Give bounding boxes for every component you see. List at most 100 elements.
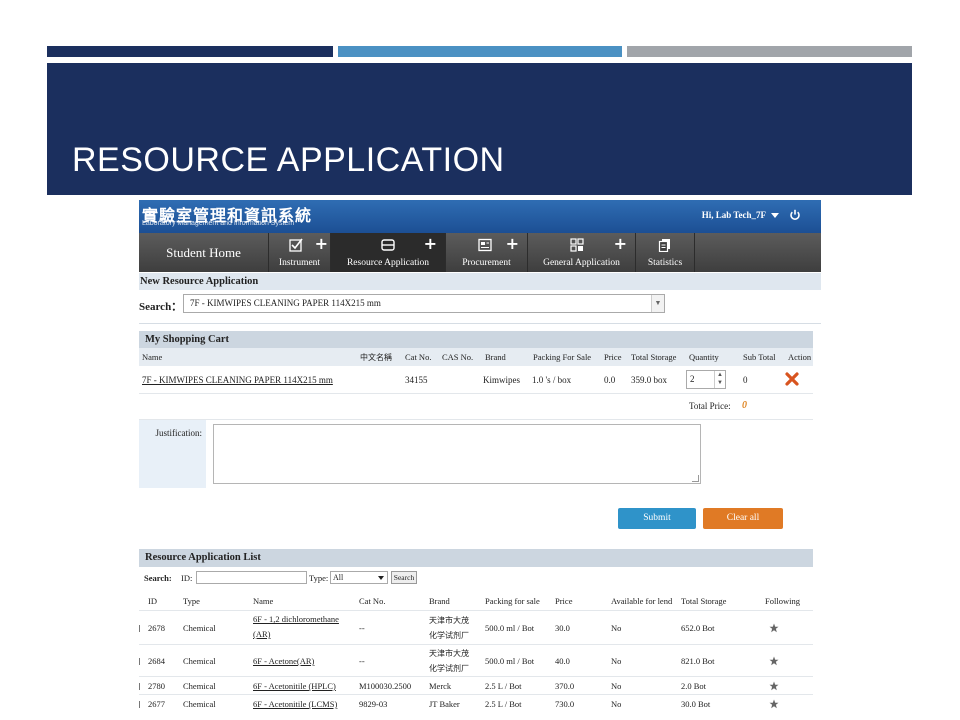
slide-title: RESOURCE APPLICATION <box>72 141 505 179</box>
row-name-link[interactable]: 6F - Acetonitile (LCMS) <box>253 699 337 709</box>
clear-all-button[interactable]: Clear all <box>703 508 783 529</box>
apps-grid-icon <box>570 238 584 252</box>
row-storage: 30.0 Bot <box>681 699 711 709</box>
row-packing: 2.5 L / Bot <box>485 699 522 709</box>
justification-label-cell: Justification: <box>139 420 206 488</box>
nav-resource-application[interactable]: + Resource Application <box>330 233 445 272</box>
dropdown-arrow-icon[interactable]: ▼ <box>651 295 664 312</box>
list-col-name: Name <box>253 596 274 606</box>
row-price: 40.0 <box>555 656 570 666</box>
list-col-available: Available for lend <box>611 596 673 606</box>
decor-bar-navy <box>47 46 333 57</box>
type-select-value: All <box>333 573 344 582</box>
divider <box>139 323 821 324</box>
power-icon[interactable] <box>789 209 801 221</box>
row-cat-no: 9829-03 <box>359 699 388 709</box>
row-brand: 天津市大茂 <box>429 649 469 658</box>
row-available: No <box>611 623 622 633</box>
row-brand-cont: 化学试剂厂 <box>429 664 469 673</box>
resize-grip-icon[interactable] <box>692 475 699 482</box>
row-available: No <box>611 656 622 666</box>
row-name-link-cont[interactable]: (AR) <box>253 629 270 639</box>
nav-instrument[interactable]: + Instrument <box>268 233 330 272</box>
list-row: 2677 Chemical 6F - Acetonitile (LCMS) 98… <box>139 695 813 713</box>
cart-col-cas-no: CAS No. <box>442 352 474 362</box>
plus-icon: + <box>505 234 519 253</box>
nav-label-instrument: Instrument <box>278 258 321 268</box>
checkbox-icon <box>289 238 303 252</box>
row-brand: Merck <box>429 681 452 691</box>
box-icon <box>381 239 395 251</box>
cart-col-cat-no: Cat No. <box>405 352 432 362</box>
row-name-link[interactable]: 6F - Acetonitile (HPLC) <box>253 681 336 691</box>
nav-label-statistics: Statistics <box>647 258 683 268</box>
star-icon[interactable] <box>769 699 779 709</box>
id-search-input[interactable] <box>196 571 307 584</box>
row-brand: JT Baker <box>429 699 460 709</box>
type-select[interactable]: All <box>330 571 388 584</box>
list-col-following: Following <box>765 596 800 606</box>
row-price: 730.0 <box>555 699 575 709</box>
register-icon <box>478 238 492 252</box>
row-name-link[interactable]: 6F - Acetone(AR) <box>253 656 314 666</box>
row-packing: 500.0 ml / Bot <box>485 623 535 633</box>
slide-title-banner: RESOURCE APPLICATION <box>47 63 912 195</box>
documents-icon <box>658 239 670 252</box>
cart-columns: Name 中文名稱 Cat No. CAS No. Brand Packing … <box>139 348 813 366</box>
cart-col-quantity: Quantity <box>689 352 719 362</box>
cart-item-brand: Kimwipes <box>483 375 520 385</box>
type-label: Type: <box>309 573 329 583</box>
user-greeting: Hi, Lab Tech_7F <box>701 210 766 220</box>
justification-textarea[interactable] <box>213 424 701 484</box>
quantity-value: 2 <box>690 374 695 384</box>
nav-procurement[interactable]: + Procurement <box>445 233 527 272</box>
nav-student-home[interactable]: Student Home <box>139 233 268 272</box>
cart-item-name-link[interactable]: 7F - KIMWIPES CLEANING PAPER 114X215 mm <box>142 375 333 385</box>
row-id: 2684 <box>148 656 165 666</box>
cart-col-name: Name <box>142 352 163 362</box>
list-search-button[interactable]: Search <box>391 571 417 584</box>
caret-down-icon <box>771 213 779 219</box>
nav-statistics[interactable]: Statistics <box>635 233 695 272</box>
app-screenshot: 實驗室管理和資訊系統 Laboratory Management and Inf… <box>139 200 821 720</box>
list-col-brand: Brand <box>429 596 450 606</box>
cart-col-action: Action <box>788 352 812 362</box>
cart-heading: My Shopping Cart <box>139 331 813 348</box>
quantity-stepper[interactable]: 2 ▲ ▼ <box>686 370 726 389</box>
remove-x-icon[interactable] <box>785 372 799 386</box>
cart-col-total-storage: Total Storage <box>631 352 677 362</box>
star-icon[interactable] <box>769 656 779 666</box>
row-name-link[interactable]: 6F - 1,2 dichloromethane <box>253 614 339 624</box>
row-handle-icon <box>139 658 140 665</box>
row-type: Chemical <box>183 623 216 633</box>
list-row: 2678 Chemical 6F - 1,2 dichloromethane (… <box>139 611 813 645</box>
submit-button[interactable]: Submit <box>618 508 696 529</box>
user-menu[interactable]: Hi, Lab Tech_7F <box>702 210 779 220</box>
row-type: Chemical <box>183 699 216 709</box>
list-search-label: Search: <box>144 573 172 583</box>
plus-icon: + <box>314 234 328 253</box>
row-packing: 2.5 L / Bot <box>485 681 522 691</box>
resource-search-select[interactable]: 7F - KIMWIPES CLEANING PAPER 114X215 mm … <box>183 294 665 313</box>
total-price-label: Total Price: <box>689 401 731 411</box>
row-brand-cont: 化学试剂厂 <box>429 631 469 640</box>
cart-item-packing: 1.0 's / box <box>532 375 572 385</box>
row-id: 2678 <box>148 623 165 633</box>
justification-row: Justification: <box>139 419 813 488</box>
star-icon[interactable] <box>769 623 779 633</box>
row-storage: 652.0 Bot <box>681 623 715 633</box>
star-icon[interactable] <box>769 681 779 691</box>
stepper-arrows-icon[interactable]: ▲ ▼ <box>714 371 725 388</box>
cart-col-sub-total: Sub Total <box>743 352 776 362</box>
justification-label: Justification: <box>155 428 203 438</box>
cart-item-sub-total: 0 <box>743 375 748 385</box>
row-cat-no: -- <box>359 656 365 666</box>
row-cat-no: M100030.2500 <box>359 681 412 691</box>
plus-icon: + <box>613 234 627 253</box>
nav-general-application[interactable]: + General Application <box>527 233 635 272</box>
nav-label-procurement: Procurement <box>462 258 511 268</box>
row-type: Chemical <box>183 656 216 666</box>
row-cat-no: -- <box>359 623 365 633</box>
row-price: 30.0 <box>555 623 570 633</box>
main-nav: Student Home + Instrument + Resource App… <box>139 233 821 272</box>
